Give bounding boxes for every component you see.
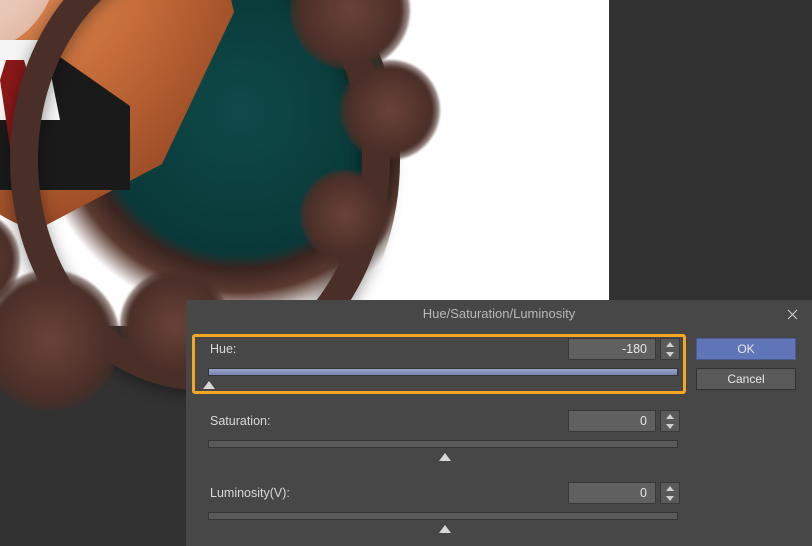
saturation-input[interactable]: 0 xyxy=(568,410,656,432)
dialog-body: Hue: -180 Saturation: 0 xyxy=(204,338,686,546)
dialog-buttons: OK Cancel xyxy=(696,338,800,398)
ok-button[interactable]: OK xyxy=(696,338,796,360)
luminosity-slider-thumb[interactable] xyxy=(439,520,451,528)
hue-spin-down[interactable] xyxy=(661,349,679,359)
chevron-up-icon xyxy=(666,342,674,347)
chevron-down-icon xyxy=(666,352,674,357)
slider-handle-icon xyxy=(203,381,215,389)
slider-handle-icon xyxy=(439,453,451,461)
luminosity-spin-up[interactable] xyxy=(661,483,679,493)
chevron-up-icon xyxy=(666,414,674,419)
dialog-title: Hue/Saturation/Luminosity xyxy=(186,300,812,328)
saturation-slider[interactable] xyxy=(208,440,678,448)
luminosity-row: Luminosity(V): 0 xyxy=(204,482,686,540)
luminosity-slider[interactable] xyxy=(208,512,678,520)
cancel-button[interactable]: Cancel xyxy=(696,368,796,390)
luminosity-input[interactable]: 0 xyxy=(568,482,656,504)
hue-slider-thumb[interactable] xyxy=(203,376,215,384)
luminosity-spin-down[interactable] xyxy=(661,493,679,503)
canvas-area[interactable] xyxy=(0,0,609,326)
close-button[interactable] xyxy=(772,300,812,328)
hue-saturation-dialog: Hue/Saturation/Luminosity Hue: -180 Satu… xyxy=(186,300,812,546)
hue-slider-fill xyxy=(209,369,677,375)
hue-input[interactable]: -180 xyxy=(568,338,656,360)
slider-handle-icon xyxy=(439,525,451,533)
saturation-spin-up[interactable] xyxy=(661,411,679,421)
saturation-spin-down[interactable] xyxy=(661,421,679,431)
close-icon xyxy=(787,309,798,320)
saturation-row: Saturation: 0 xyxy=(204,410,686,468)
hue-row: Hue: -180 xyxy=(204,338,686,396)
saturation-slider-thumb[interactable] xyxy=(439,448,451,456)
hue-slider[interactable] xyxy=(208,368,678,376)
hue-spinner xyxy=(660,338,680,360)
side-panel xyxy=(609,0,812,326)
hue-spin-up[interactable] xyxy=(661,339,679,349)
luminosity-spinner xyxy=(660,482,680,504)
saturation-label: Saturation: xyxy=(210,414,270,428)
chevron-down-icon xyxy=(666,424,674,429)
chevron-up-icon xyxy=(666,486,674,491)
hue-label: Hue: xyxy=(210,342,236,356)
luminosity-label: Luminosity(V): xyxy=(210,486,290,500)
saturation-spinner xyxy=(660,410,680,432)
chevron-down-icon xyxy=(666,496,674,501)
